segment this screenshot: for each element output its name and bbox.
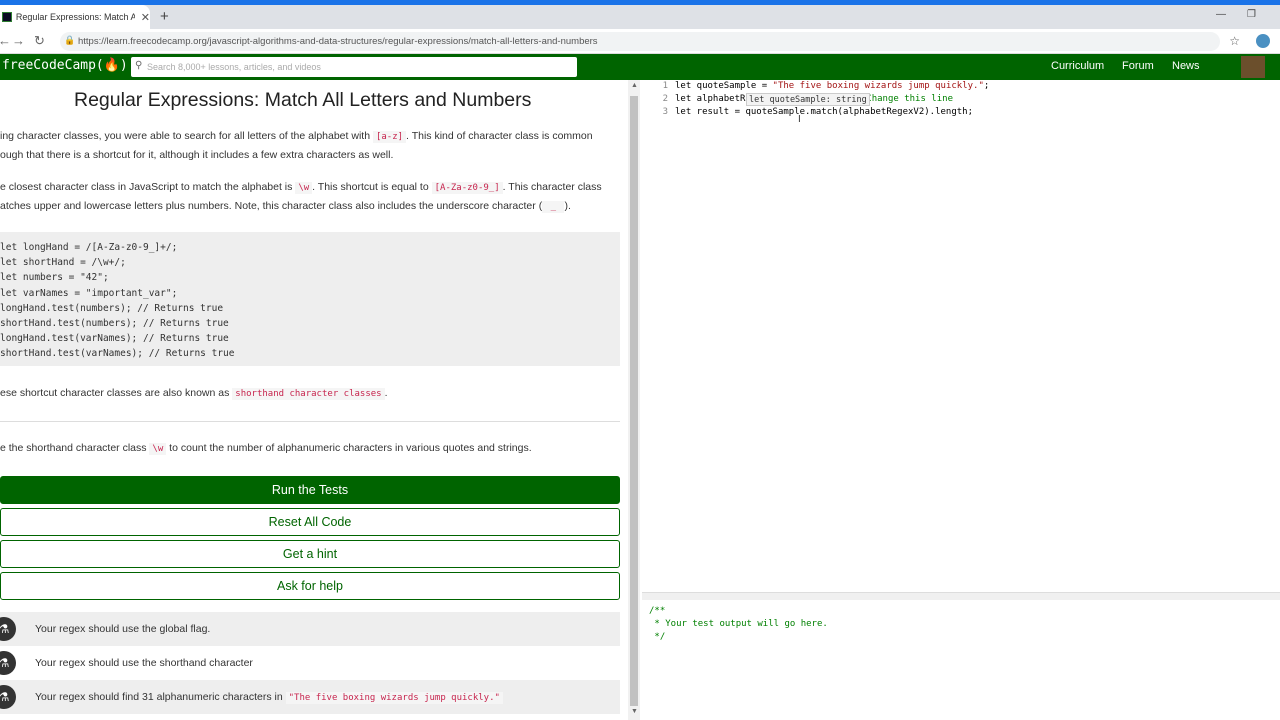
page-title: Regular Expressions: Match All Letters a…: [74, 89, 532, 111]
test-text: Your regex should use the global flag.: [35, 623, 211, 635]
scroll-up-icon[interactable]: ▲: [631, 82, 638, 89]
code-editor[interactable]: 1 let quoteSample = "The five boxing wiza…: [642, 80, 1280, 592]
test-text: Your regex should use the shorthand char…: [35, 657, 253, 669]
code-line: let longHand = /[A-Za-z0-9_]+/;: [0, 242, 178, 253]
back-icon[interactable]: ←: [0, 33, 11, 48]
nav-link-forum[interactable]: Forum: [1122, 60, 1154, 72]
new-tab-button[interactable]: +: [160, 8, 169, 25]
code-line: shortHand.test(varNames); // Returns tru…: [0, 348, 235, 360]
address-bar-row: ← → ↻ 🔒 https://learn.freecodecamp.org/j…: [0, 29, 1280, 54]
code-example: let longHand = /[A-Za-z0-9_]+/;let short…: [0, 232, 620, 366]
code-line: shortHand.test(numbers); // Returns true: [0, 318, 229, 330]
search-placeholder: Search 8,000+ lessons, articles, and vid…: [147, 62, 321, 72]
browser-tab-bar: Regular Expressions: Match All Le ✕ + — …: [0, 5, 1280, 29]
lesson-scrollbar[interactable]: ▲ ▼: [628, 80, 640, 720]
editor-line[interactable]: 3 let result = quoteSample.match(alphabet…: [642, 106, 973, 119]
text-cursor-icon: I: [798, 114, 801, 125]
editor-line[interactable]: 1 let quoteSample = "The five boxing wiza…: [642, 80, 990, 93]
test-item: ⚗ Your regex should use the global flag.: [0, 612, 620, 646]
site-navbar: freeCodeCamp(🔥) ⚲ Search 8,000+ lessons,…: [0, 54, 1280, 80]
fcc-logo[interactable]: freeCodeCamp(🔥): [2, 58, 128, 73]
instructions: e the shorthand character class \w to co…: [0, 442, 532, 455]
lock-icon: 🔒: [64, 35, 76, 45]
reload-icon[interactable]: ↻: [34, 33, 45, 49]
ask-help-button[interactable]: Ask for help: [0, 572, 620, 600]
lesson-paragraph-2: e closest character class in JavaScript …: [0, 181, 602, 213]
code-line: let numbers = "42";: [0, 272, 109, 284]
avatar[interactable]: [1241, 56, 1265, 78]
code-line: longHand.test(varNames); // Returns true: [0, 333, 229, 345]
nav-link-curriculum[interactable]: Curriculum: [1051, 60, 1104, 72]
flask-icon: ⚗: [0, 651, 16, 675]
scroll-thumb[interactable]: [630, 96, 638, 706]
restore-button[interactable]: ❐: [1247, 9, 1256, 20]
search-icon: ⚲: [135, 60, 143, 71]
section-divider: [0, 421, 620, 422]
tab-title: Regular Expressions: Match All Le: [15, 12, 135, 22]
type-hover-tooltip: let quoteSample: string: [746, 93, 870, 106]
run-tests-button[interactable]: Run the Tests: [0, 476, 620, 504]
url-text: https://learn.freecodecamp.org/javascrip…: [78, 36, 598, 47]
search-input[interactable]: ⚲ Search 8,000+ lessons, articles, and v…: [131, 57, 577, 77]
favicon-icon: [2, 12, 12, 22]
scroll-down-icon[interactable]: ▼: [631, 708, 638, 715]
flask-icon: ⚗: [0, 617, 16, 641]
extension-icon[interactable]: [1256, 34, 1270, 48]
panel-resize-handle[interactable]: [642, 592, 1280, 600]
code-line: let varNames = "important_var";: [0, 287, 178, 299]
test-text: Your regex should find 31 alphanumeric c…: [35, 691, 503, 704]
reset-code-button[interactable]: Reset All Code: [0, 508, 620, 536]
test-output: /** * Your test output will go here. */: [649, 606, 828, 642]
lesson-panel: Regular Expressions: Match All Letters a…: [0, 80, 628, 720]
test-item: ⚗ Your regex should use the shorthand ch…: [0, 646, 620, 680]
flask-icon: ⚗: [0, 685, 16, 709]
forward-icon[interactable]: →: [12, 33, 25, 48]
minimize-button[interactable]: —: [1216, 9, 1226, 20]
code-line: let shortHand = /\w+/;: [0, 257, 126, 269]
url-field[interactable]: 🔒 https://learn.freecodecamp.org/javascr…: [60, 32, 1220, 51]
get-hint-button[interactable]: Get a hint: [0, 540, 620, 568]
close-tab-icon[interactable]: ✕: [141, 11, 150, 24]
test-item: ⚗ Your regex should find 31 alphanumeric…: [0, 680, 620, 714]
code-line: longHand.test(numbers); // Returns true: [0, 302, 224, 314]
lesson-paragraph-1: ing character classes, you were able to …: [0, 130, 593, 161]
bookmark-star-icon[interactable]: ☆: [1229, 34, 1240, 48]
lesson-paragraph-3: ese shortcut character classes are also …: [0, 387, 388, 400]
nav-link-news[interactable]: News: [1172, 60, 1200, 72]
browser-tab[interactable]: Regular Expressions: Match All Le ✕: [0, 5, 150, 29]
